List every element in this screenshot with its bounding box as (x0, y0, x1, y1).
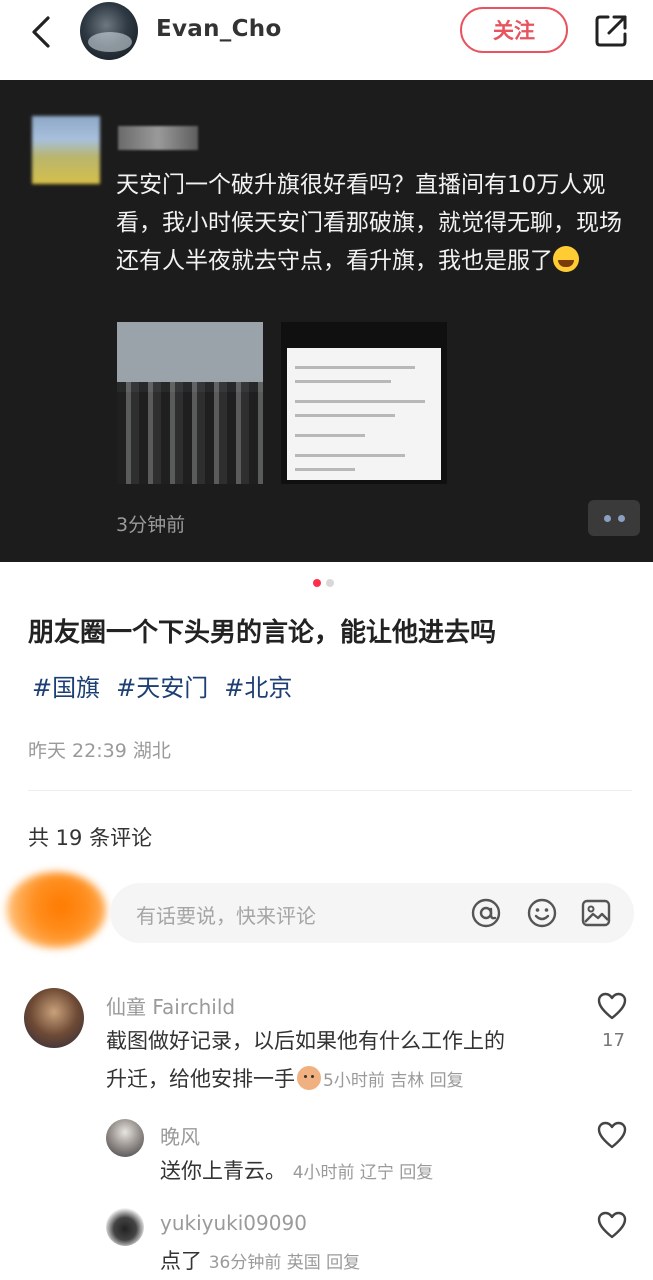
laughing-emoji-icon (553, 246, 579, 272)
comment-text: 点了 36分钟前 英国 回复 (160, 1249, 361, 1273)
comment-meta: 36分钟前 英国 回复 (208, 1253, 361, 1273)
top-bar: Evan_Cho 关注 (0, 0, 653, 78)
commenter-name[interactable]: 仙童 Fairchild (106, 991, 235, 1020)
at-mention-icon[interactable] (470, 897, 502, 929)
comment-text: 送你上青云。 4小时前 辽宁 回复 (160, 1159, 434, 1183)
comment-input[interactable]: 有话要说，快来评论 (110, 883, 634, 943)
photo-chat-screenshot-thumbnail (281, 322, 447, 484)
tag-beijing[interactable]: #北京 (224, 668, 292, 703)
comment-text: 截图做好记录，以后如果他有什么工作上的 升迁，给他安排一手 5小时前 吉林 回复 (106, 1029, 505, 1091)
like-count: 17 (602, 1030, 625, 1051)
comment-placeholder: 有话要说，快来评论 (136, 904, 316, 928)
moment-more-button (588, 500, 640, 536)
blurred-avatar (32, 116, 100, 184)
moment-time: 3分钟前 (116, 514, 186, 536)
tag-guoqi[interactable]: #国旗 (32, 668, 100, 703)
post-image[interactable]: 天安门一个破升旗很好看吗？直播间有10万人观看，我小时候天安门看那破旗，就觉得无… (0, 80, 653, 562)
commenter-avatar[interactable] (24, 988, 84, 1048)
commenter-name[interactable]: yukiyuki09090 (160, 1211, 307, 1235)
comment-meta: 4小时前 辽宁 回复 (292, 1163, 434, 1183)
my-avatar (6, 872, 106, 948)
commenter-avatar[interactable] (106, 1208, 144, 1246)
back-arrow-icon[interactable] (22, 12, 62, 52)
share-icon[interactable] (592, 12, 630, 50)
like-heart-icon[interactable] (596, 991, 628, 1021)
carousel-dot (326, 579, 334, 587)
image-picker-icon[interactable] (580, 897, 612, 929)
author-avatar[interactable] (80, 2, 138, 60)
carousel-dot-active (313, 579, 321, 587)
post-meta: 昨天 22:39 湖北 (28, 740, 171, 762)
post-title: 朋友圈一个下头男的言论，能让他进去吗 (28, 618, 497, 648)
pig-emoji-icon (297, 1066, 321, 1090)
divider (28, 790, 632, 791)
moment-text: 天安门一个破升旗很好看吗？直播间有10万人观看，我小时候天安门看那破旗，就觉得无… (116, 172, 622, 274)
photo-crowd-thumbnail (117, 322, 263, 484)
commenter-name[interactable]: 晚风 (160, 1121, 200, 1150)
blurred-name (118, 126, 198, 150)
emoji-icon[interactable] (526, 897, 558, 929)
comment-meta: 5小时前 吉林 回复 (323, 1071, 464, 1091)
tag-tiananmen[interactable]: #天安门 (116, 668, 208, 703)
follow-button[interactable]: 关注 (460, 7, 568, 53)
like-heart-icon[interactable] (596, 1120, 628, 1150)
carousel-indicator (313, 579, 334, 587)
commenter-avatar[interactable] (106, 1119, 144, 1157)
tag-list: #国旗 #天安门 #北京 (32, 668, 292, 703)
author-name[interactable]: Evan_Cho (156, 16, 282, 42)
like-heart-icon[interactable] (596, 1210, 628, 1240)
comment-count: 共 19 条评论 (28, 826, 153, 850)
